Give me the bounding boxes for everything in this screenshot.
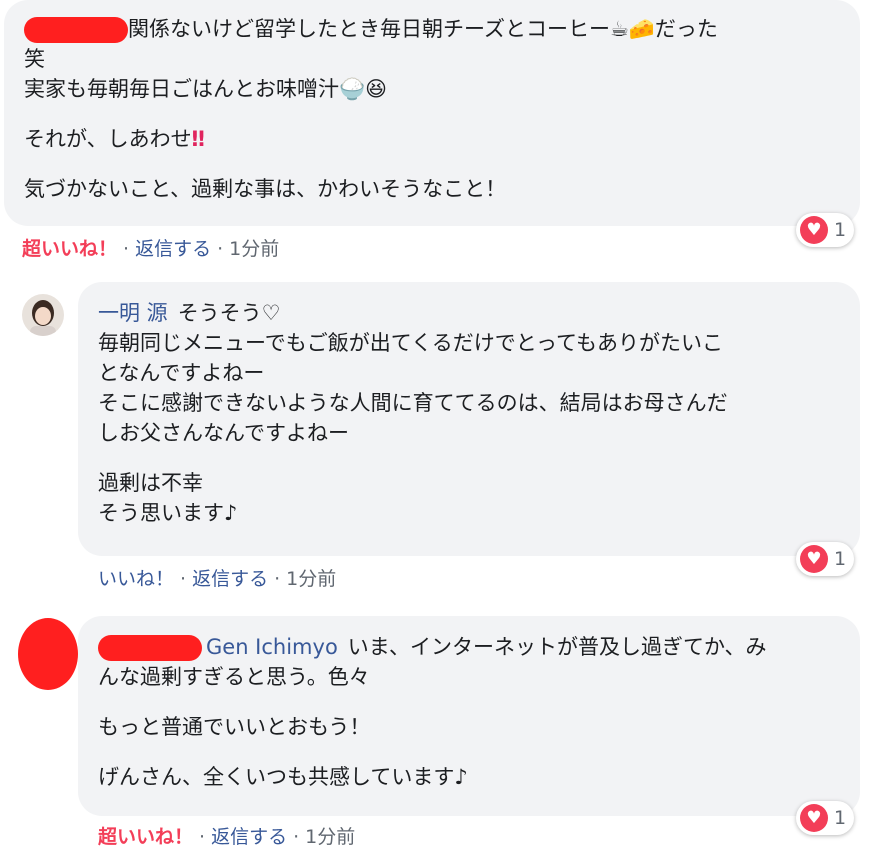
comment-actions-2: いいね！ · 返信する · 1分前 <box>98 568 337 590</box>
comment-text-line: そこに感謝できないような人間に育ててるのは、結局はお母さんだ <box>98 391 728 415</box>
comment-text-line: そう思います♪ <box>98 501 238 525</box>
comment-text-line: しお父さんなんですよねー <box>98 421 349 445</box>
reaction-count: 1 <box>834 219 847 241</box>
redacted-author-name <box>24 17 128 43</box>
comment-text-line: そうそう♡ <box>177 301 281 325</box>
heart-reaction-icon: ♥ <box>800 804 828 832</box>
timestamp[interactable]: 1分前 <box>305 826 355 848</box>
comment-text-line: もっと普通でいいとおもう！ <box>98 715 371 739</box>
comment-actions-3: 超いいね！ · 返信する · 1分前 <box>98 826 356 848</box>
comment-text-line: いま、インターネットが普及し過ぎてか、み <box>347 635 767 659</box>
redacted-author-name <box>98 635 202 661</box>
reaction-count-badge[interactable]: ♥ 1 <box>796 213 855 247</box>
comment-text-line: となんですよねー <box>98 361 265 385</box>
like-button[interactable]: いいね！ <box>98 568 174 590</box>
reaction-count: 1 <box>834 807 847 829</box>
timestamp[interactable]: 1分前 <box>229 238 279 260</box>
comment-text-line: 毎朝同じメニューでもご飯が出てくるだけでとってもありがたいこ <box>98 331 723 355</box>
reply-button[interactable]: 返信する <box>192 568 268 590</box>
double-exclamation-icon: ‼ <box>191 127 205 151</box>
comment-bubble-3: Gen Ichimyo いま、インターネットが普及し過ぎてか、み んな過剰すぎると… <box>78 616 860 816</box>
comment-text-line: それが、しあわせ <box>24 127 192 151</box>
comment-text-line: げんさん、全くいつも共感しています♪ <box>98 765 468 789</box>
avatar[interactable] <box>18 618 78 690</box>
comment-text-line: 実家も毎朝毎日ごはんとお味噌汁🍚😆 <box>24 77 388 101</box>
reply-button[interactable]: 返信する <box>135 238 211 260</box>
comment-text-line: 笑 <box>24 47 45 71</box>
reaction-count-badge[interactable]: ♥ 1 <box>796 542 855 576</box>
comment-bubble-2: 一明 源そうそう♡ 毎朝同じメニューでもご飯が出てくるだけでとってもありがたいこ… <box>78 282 860 556</box>
comment-text-line: んな過剰すぎると思う。色々 <box>98 665 370 689</box>
comment-text-line: 関係ないけど留学したとき毎日朝チーズとコーヒー☕🧀だった <box>128 17 718 41</box>
comment-author-link[interactable]: 一明 源 <box>98 301 168 325</box>
timestamp[interactable]: 1分前 <box>286 568 336 590</box>
heart-reaction-icon: ♥ <box>800 216 828 244</box>
avatar[interactable] <box>22 294 64 336</box>
heart-reaction-icon: ♥ <box>800 545 828 573</box>
mention-link[interactable]: Gen Ichimyo <box>206 635 338 659</box>
comment-text-line: 過剰は不幸 <box>98 471 203 495</box>
comment-actions-1: 超いいね！ · 返信する · 1分前 <box>22 238 280 260</box>
reaction-count: 1 <box>834 548 847 570</box>
like-button[interactable]: 超いいね！ <box>98 826 193 848</box>
comment-bubble-1: 関係ないけど留学したとき毎日朝チーズとコーヒー☕🧀だった 笑 実家も毎朝毎日ごは… <box>4 0 860 226</box>
reaction-count-badge[interactable]: ♥ 1 <box>796 801 855 835</box>
like-button[interactable]: 超いいね！ <box>22 238 117 260</box>
comment-text-line: 気づかないこと、過剰な事は、かわいそうなこと！ <box>24 177 507 201</box>
reply-button[interactable]: 返信する <box>211 826 287 848</box>
